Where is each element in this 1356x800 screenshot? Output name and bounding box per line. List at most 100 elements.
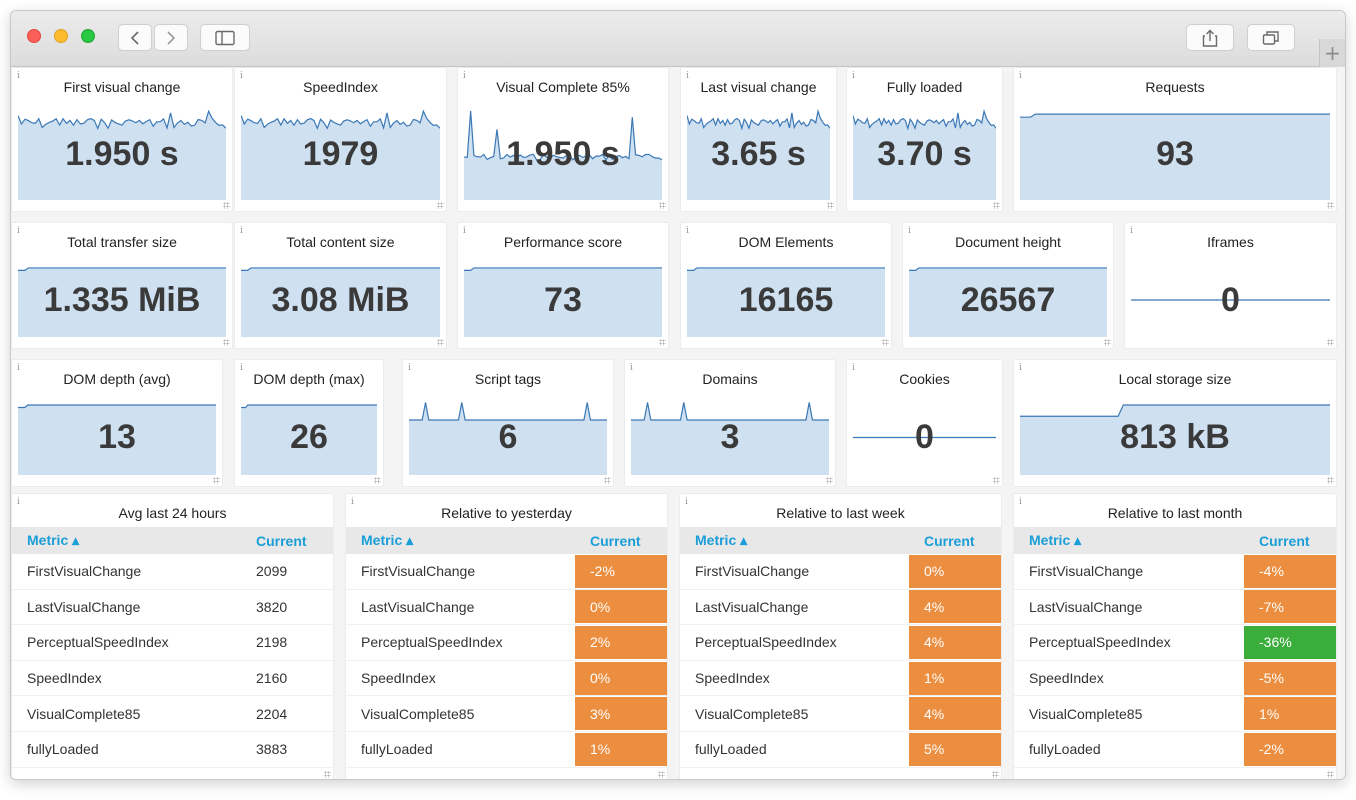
- metric-name: FirstVisualChange: [361, 563, 476, 580]
- table-row: SpeedIndex 1%: [680, 661, 1001, 697]
- metric-name: FirstVisualChange: [27, 563, 142, 580]
- sort-metric-header[interactable]: Metric ▴: [1014, 532, 1244, 549]
- resize-handle-icon[interactable]: [659, 339, 666, 346]
- show-tabs-button[interactable]: [1247, 24, 1295, 51]
- metric-panel-dom-elements[interactable]: i DOM Elements 16165: [680, 222, 892, 349]
- table-row: VisualComplete85 2204: [12, 696, 333, 732]
- close-window-button[interactable]: [27, 29, 41, 43]
- panel-title: Cookies: [899, 371, 950, 387]
- current-value: -36%: [1244, 625, 1336, 659]
- metric-panel-requests[interactable]: i Requests 93: [1013, 67, 1337, 212]
- panel-title: DOM depth (max): [253, 371, 365, 387]
- zoom-window-button[interactable]: [81, 29, 95, 43]
- resize-handle-icon[interactable]: [1327, 477, 1334, 484]
- metric-panel-performance-score[interactable]: i Performance score 73: [457, 222, 669, 349]
- resize-handle-icon[interactable]: [658, 771, 665, 778]
- current-header[interactable]: Current: [241, 533, 333, 549]
- panel-value: 3.70 s: [877, 134, 972, 173]
- metric-panel-total-transfer-size[interactable]: i Total transfer size 1.335 MiB: [11, 222, 233, 349]
- sort-metric-header[interactable]: Metric ▴: [346, 532, 575, 549]
- current-header[interactable]: Current: [1244, 533, 1336, 549]
- metric-panel-domains[interactable]: i Domains 3: [624, 359, 836, 487]
- metric-panel-document-height[interactable]: i Document height 26567: [902, 222, 1114, 349]
- current-value: 1%: [575, 732, 667, 766]
- metric-panel-first-visual-change[interactable]: i First visual change 1.950 s: [11, 67, 233, 212]
- metric-name: VisualComplete85: [27, 705, 141, 722]
- resize-handle-icon[interactable]: [1327, 771, 1334, 778]
- metric-panel-local-storage-size[interactable]: i Local storage size 813 kB: [1013, 359, 1337, 487]
- table-panel-relative-to-yesterday: i Relative to yesterday Metric ▴ Current Fir…: [345, 493, 668, 779]
- minimize-window-button[interactable]: [54, 29, 68, 43]
- resize-handle-icon[interactable]: [223, 339, 230, 346]
- panel-value: 1.950 s: [65, 134, 179, 173]
- metric-panel-fully-loaded[interactable]: i Fully loaded 3.70 s: [846, 67, 1003, 212]
- metric-name: fullyLoaded: [27, 741, 99, 758]
- current-value: 3%: [575, 697, 667, 731]
- panel-title: Performance score: [503, 234, 623, 250]
- panel-value: 0: [1221, 280, 1240, 319]
- panel-value: 3.65 s: [711, 134, 806, 173]
- metric-name: VisualComplete85: [695, 705, 809, 722]
- table-row: VisualComplete85 1%: [1014, 696, 1336, 732]
- resize-handle-icon[interactable]: [374, 477, 381, 484]
- current-value: 2160: [256, 670, 288, 687]
- table-row: fullyLoaded 3883: [12, 732, 333, 768]
- metrics-table: Metric ▴ Current FirstVisualChange -2% LastV…: [346, 527, 667, 768]
- resize-handle-icon[interactable]: [437, 202, 444, 209]
- back-button[interactable]: [118, 24, 152, 51]
- metric-panel-iframes[interactable]: i Iframes 0: [1124, 222, 1337, 349]
- tabs-icon: [1262, 30, 1279, 45]
- metric-panel-dom-depth-max[interactable]: i DOM depth (max) 26: [234, 359, 384, 487]
- metric-panel-script-tags[interactable]: i Script tags 6: [402, 359, 614, 487]
- resize-handle-icon[interactable]: [882, 339, 889, 346]
- panel-value: 26: [290, 418, 328, 456]
- resize-handle-icon[interactable]: [826, 477, 833, 484]
- metric-panel-speedindex[interactable]: i SpeedIndex 1979: [234, 67, 447, 212]
- current-header[interactable]: Current: [575, 533, 667, 549]
- share-button[interactable]: [1186, 24, 1234, 51]
- current-header[interactable]: Current: [909, 533, 1001, 549]
- resize-handle-icon[interactable]: [827, 202, 834, 209]
- table-row: VisualComplete85 3%: [346, 696, 667, 732]
- resize-handle-icon[interactable]: [213, 477, 220, 484]
- resize-handle-icon[interactable]: [437, 339, 444, 346]
- resize-handle-icon[interactable]: [993, 202, 1000, 209]
- resize-handle-icon[interactable]: [604, 477, 611, 484]
- current-value: -4%: [1244, 554, 1336, 588]
- metric-name: LastVisualChange: [1029, 598, 1143, 615]
- new-tab-button[interactable]: +: [1319, 39, 1345, 67]
- current-value: 1%: [909, 661, 1001, 695]
- resize-handle-icon[interactable]: [1327, 202, 1334, 209]
- resize-handle-icon[interactable]: [1327, 339, 1334, 346]
- share-icon: [1202, 29, 1218, 47]
- sort-metric-header[interactable]: Metric ▴: [12, 532, 241, 549]
- table-row: PerceptualSpeedIndex 2%: [346, 625, 667, 661]
- current-value: 1%: [1244, 697, 1336, 731]
- metric-panel-total-content-size[interactable]: i Total content size 3.08 MiB: [234, 222, 447, 349]
- table-row: LastVisualChange -7%: [1014, 590, 1336, 626]
- resize-handle-icon[interactable]: [993, 477, 1000, 484]
- panel-value: 3: [720, 418, 740, 456]
- resize-handle-icon[interactable]: [659, 202, 666, 209]
- forward-button[interactable]: [154, 24, 188, 51]
- metric-panel-last-visual-change[interactable]: i Last visual change 3.65 s: [680, 67, 837, 212]
- sort-metric-header[interactable]: Metric ▴: [680, 532, 909, 549]
- metric-name: fullyLoaded: [361, 741, 433, 758]
- panel-value: 93: [1156, 134, 1194, 173]
- resize-handle-icon[interactable]: [1104, 339, 1111, 346]
- table-row: FirstVisualChange -4%: [1014, 554, 1336, 590]
- metric-panel-cookies[interactable]: i Cookies 0: [846, 359, 1003, 487]
- table-panel-relative-to-last-month: i Relative to last month Metric ▴ Current Fi…: [1013, 493, 1337, 779]
- dashboard: i First visual change 1.950 s i SpeedIndex 19…: [11, 67, 1345, 779]
- resize-handle-icon[interactable]: [324, 771, 331, 778]
- table-row: SpeedIndex -5%: [1014, 661, 1336, 697]
- resize-handle-icon[interactable]: [992, 771, 999, 778]
- metric-panel-dom-depth-avg[interactable]: i DOM depth (avg) 13: [11, 359, 223, 487]
- panel-title: Document height: [955, 234, 1061, 250]
- panel-value: 0: [915, 418, 934, 456]
- metric-panel-visual-complete-85pct[interactable]: i Visual Complete 85% 1.950 s: [457, 67, 669, 212]
- resize-handle-icon[interactable]: [223, 202, 230, 209]
- table-row: SpeedIndex 0%: [346, 661, 667, 697]
- sidebar-toggle-button[interactable]: [200, 24, 250, 51]
- panel-value: 6: [498, 418, 518, 456]
